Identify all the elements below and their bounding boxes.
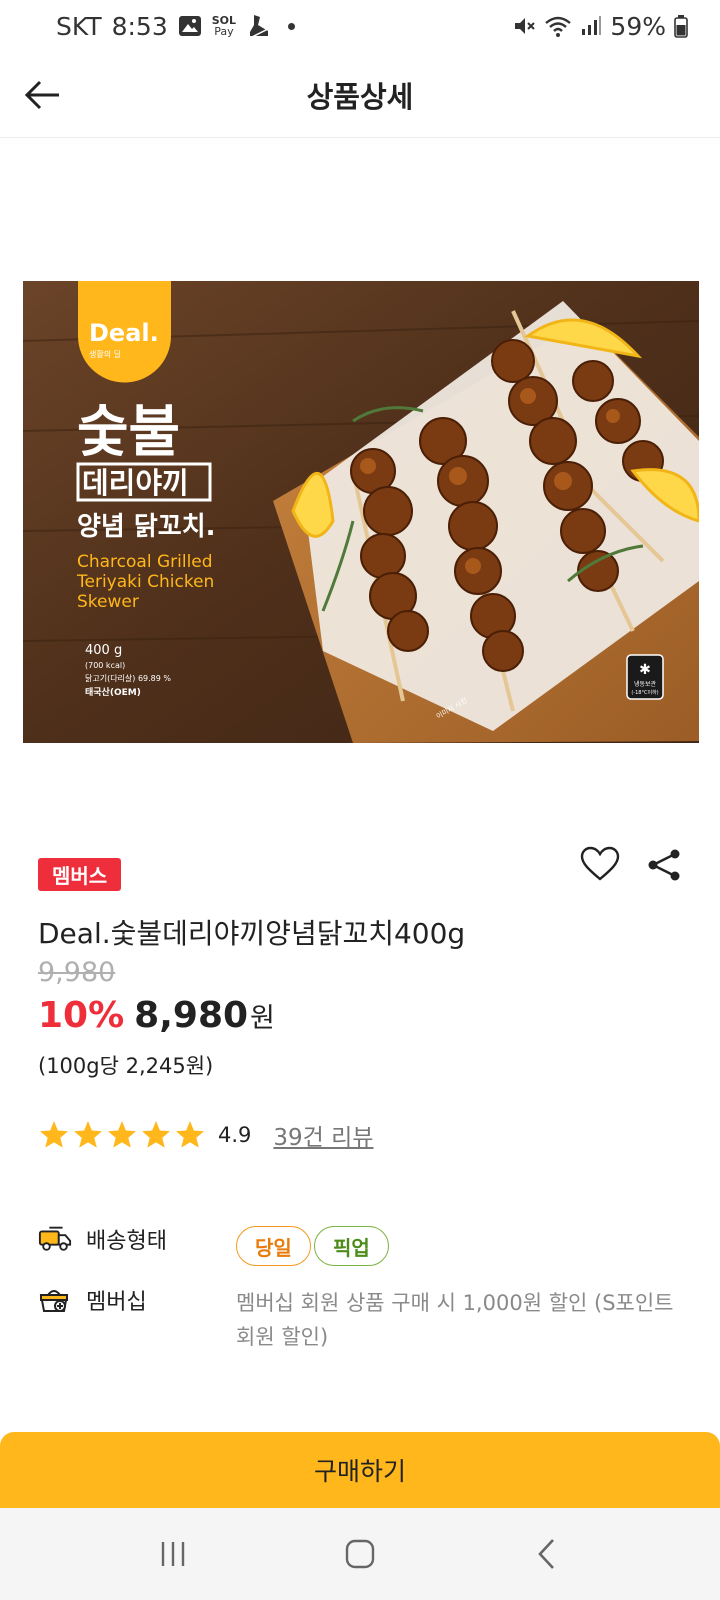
buy-button[interactable]: 구매하기	[0, 1432, 720, 1508]
review-link[interactable]: 39건 리뷰	[273, 1118, 373, 1152]
chip-same-day[interactable]: 당일	[236, 1226, 311, 1266]
home-button[interactable]	[330, 1524, 390, 1584]
battery-icon	[674, 14, 688, 38]
heart-icon	[580, 846, 620, 881]
status-bar: SKT 8:53 SOL Pay 59%	[0, 0, 720, 52]
product-image-title-2: 데리야끼	[82, 466, 189, 500]
chevron-left-icon	[537, 1539, 554, 1569]
snowflake-icon: ✱	[639, 662, 651, 678]
wishlist-button[interactable]	[578, 842, 622, 886]
product-name: Deal.숯불데리야끼양념닭꼬치400g	[38, 917, 466, 950]
delivery-row: 배송형태	[38, 1223, 167, 1255]
system-back-button[interactable]	[517, 1524, 577, 1584]
mute-icon	[512, 14, 536, 38]
product-image-kcal: (700 kcal)	[85, 661, 125, 670]
star-icon	[40, 1121, 68, 1148]
system-nav-bar	[0, 1508, 720, 1600]
share-icon	[648, 849, 680, 881]
delivery-label: 배송형태	[86, 1229, 167, 1254]
storage-line-1: 냉동보관	[634, 680, 657, 688]
currency-label: 원	[250, 1003, 275, 1034]
app-bar: 상품상세	[0, 52, 720, 138]
product-image-eng-2: Teriyaki Chicken	[76, 572, 214, 592]
basket-plus-icon	[38, 1285, 72, 1315]
unit-price: (100g당 2,245원)	[38, 1054, 214, 1078]
membership-description: 멤버십 회원 상품 구매 시 1,000원 할인 (S포인트회원 할인)	[236, 1291, 674, 1349]
membership-row: 멤버십	[38, 1284, 147, 1316]
price-row: 10% 8,980 원	[38, 995, 275, 1036]
storage-line-2: (-18°C이하)	[631, 689, 658, 696]
star-icon	[176, 1121, 204, 1148]
truck-icon	[38, 1224, 72, 1254]
member-badge: 멤버스	[38, 858, 122, 891]
brand-logo: Deal.	[89, 319, 159, 347]
brand-sub: 생활의 딜	[89, 349, 121, 359]
rating-stars	[38, 1119, 206, 1151]
home-icon	[345, 1539, 375, 1569]
star-icon	[74, 1121, 102, 1148]
sol-pay-icon: SOL Pay	[212, 15, 236, 37]
wifi-icon	[544, 14, 572, 38]
clock: 8:53	[111, 11, 168, 41]
gallery-icon	[178, 15, 202, 37]
product-image-eng-1: Charcoal Grilled	[77, 552, 213, 572]
discount-rate: 10%	[38, 995, 125, 1036]
sol-pay-bottom: Pay	[214, 25, 234, 38]
shoe-icon	[246, 13, 272, 39]
rating-value: 4.9	[218, 1123, 252, 1147]
product-image-content: 닭고기(다리살) 69.89 %	[85, 673, 171, 683]
recent-apps-button[interactable]	[143, 1524, 203, 1584]
arrow-left-icon	[24, 80, 59, 110]
share-button[interactable]	[644, 845, 684, 885]
page-title: 상품상세	[306, 79, 414, 114]
chip-pickup[interactable]: 픽업	[314, 1226, 389, 1266]
original-price: 9,980	[38, 957, 116, 988]
product-image[interactable]: Deal. 생활의 딜 숯불 데리야끼 양념 닭꼬치. Charcoal Gri…	[23, 281, 699, 743]
status-right: 59%	[512, 12, 688, 41]
battery-text: 59%	[610, 11, 666, 41]
star-icon	[142, 1121, 170, 1148]
carrier-label: SKT	[56, 11, 102, 41]
product-image-title-3: 양념 닭꼬치.	[77, 512, 216, 542]
product-image-title-1: 숯불	[77, 400, 180, 465]
product-image-origin: 태국산(OEM)	[85, 686, 141, 698]
rating-row: 4.9 39건 리뷰	[38, 1118, 373, 1152]
back-button[interactable]	[18, 70, 68, 120]
notification-dot	[288, 22, 296, 30]
status-left: SKT 8:53 SOL Pay	[56, 11, 296, 41]
membership-label: 멤버십	[86, 1290, 147, 1315]
product-image-eng-3: Skewer	[77, 592, 139, 612]
sale-price: 8,980	[134, 995, 249, 1036]
recent-apps-icon	[162, 1542, 185, 1566]
signal-icon	[580, 15, 602, 37]
product-image-weight: 400 g	[85, 643, 122, 658]
star-icon	[108, 1121, 136, 1148]
